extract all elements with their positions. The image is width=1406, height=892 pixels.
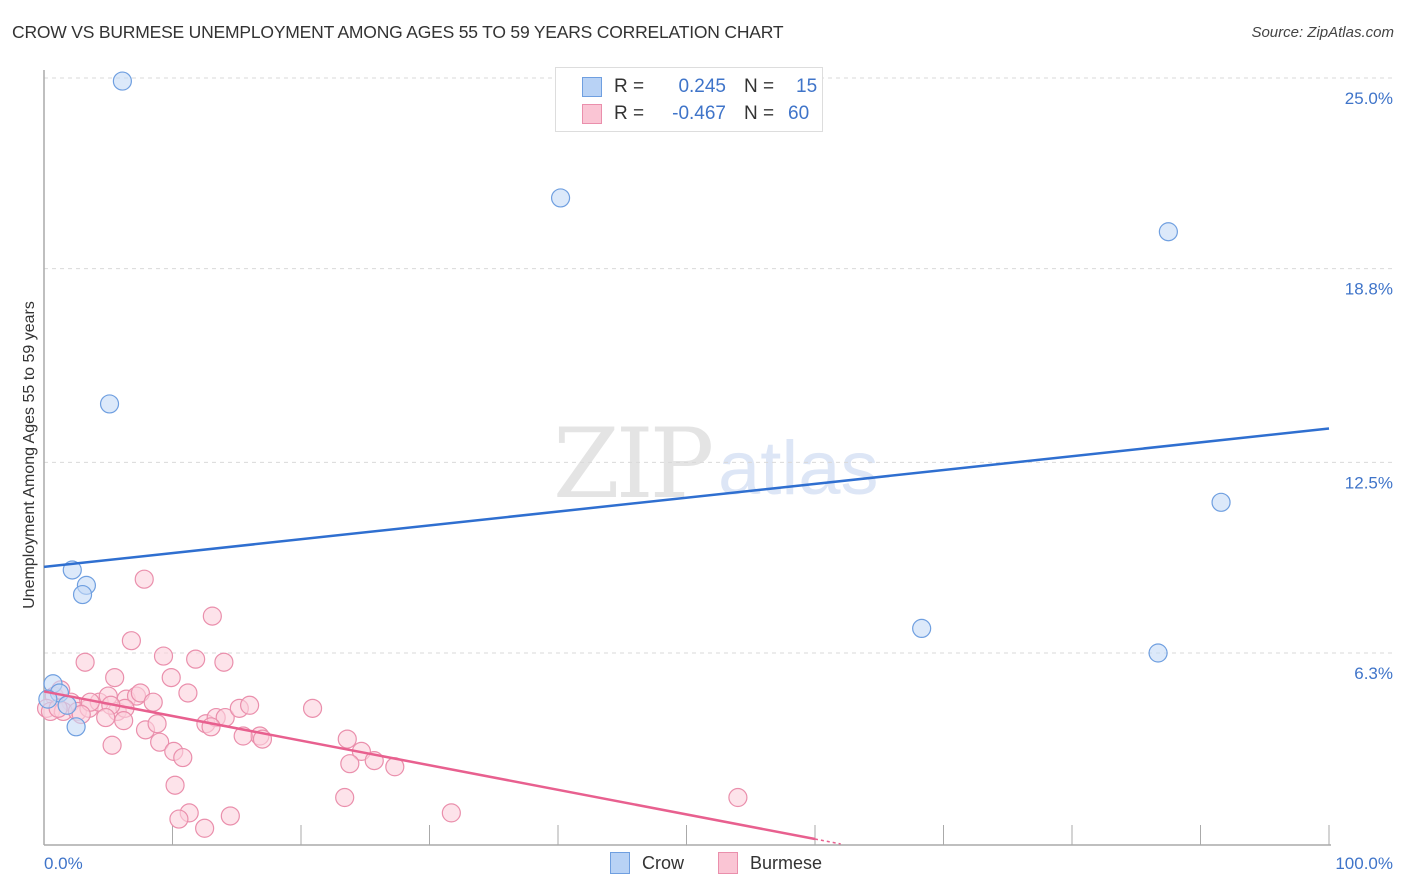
crow-trend-line	[43, 427, 1330, 569]
burmese-point	[337, 729, 357, 749]
legend-item-crow[interactable]: Crow	[610, 852, 684, 874]
burmese-point	[340, 754, 360, 774]
stats-legend: R = 0.245 N = 15 R = -0.467 N = 60	[555, 67, 823, 132]
burmese-point	[121, 631, 141, 651]
burmese-point	[169, 809, 189, 829]
crow-point	[1158, 222, 1178, 242]
burmese-point	[105, 667, 125, 688]
burmese-point	[201, 717, 221, 737]
burmese-point	[202, 606, 222, 626]
burmese-point	[102, 735, 122, 755]
crow-point	[57, 695, 77, 715]
scatter-chart: 6.3%12.5%18.8%25.0%0.0% 100.0%	[36, 70, 1395, 873]
tick-labels: 6.3%12.5%18.8%25.0%0.0% 100.0%	[44, 89, 1393, 873]
crow-point	[112, 71, 132, 91]
trend-lines	[43, 427, 1330, 845]
burmese-point	[240, 695, 260, 715]
burmese-point	[143, 692, 163, 712]
burmese-point	[220, 806, 240, 826]
legend-item-burmese[interactable]: Burmese	[718, 852, 822, 874]
burmese-point	[161, 667, 181, 688]
burmese-trend-extension	[814, 838, 841, 845]
legend-row-burmese: R = -0.467 N = 60	[582, 102, 809, 126]
crow-point	[550, 188, 571, 208]
burmese-point	[96, 707, 116, 728]
n-value: 60	[788, 103, 810, 124]
legend-label-burmese: Burmese	[750, 852, 823, 873]
y-tick-label: 25.0%	[1345, 89, 1393, 108]
gridlines	[44, 77, 1395, 654]
n-label: N =	[744, 103, 775, 124]
n-label: N =	[744, 76, 775, 97]
burmese-point	[186, 649, 206, 669]
crow-swatch	[610, 852, 630, 874]
y-tick-label: 12.5%	[1345, 473, 1393, 492]
r-value: 0.245	[678, 76, 726, 97]
r-label: R =	[614, 103, 645, 124]
burmese-point	[302, 698, 323, 718]
r-label: R =	[614, 76, 645, 97]
burmese-point	[75, 652, 95, 672]
burmese-point	[173, 747, 193, 768]
burmese-point	[153, 646, 174, 666]
series-legend: Crow Burmese	[0, 852, 1406, 876]
crow-point	[1148, 643, 1168, 663]
legend-row-crow: R = 0.245 N = 15	[582, 75, 817, 99]
crow-point	[72, 584, 93, 605]
burmese-point	[728, 787, 748, 808]
burmese-swatch	[582, 104, 602, 124]
crow-point	[912, 618, 932, 639]
burmese-point	[134, 569, 154, 589]
r-value: -0.467	[672, 103, 726, 124]
data-points	[36, 71, 1231, 838]
burmese-point	[335, 787, 355, 808]
burmese-swatch	[718, 852, 738, 874]
crow-point	[1211, 492, 1231, 512]
y-tick-label: 18.8%	[1345, 280, 1393, 299]
burmese-point	[114, 711, 134, 731]
legend-label-crow: Crow	[642, 852, 685, 873]
burmese-point	[147, 714, 167, 734]
y-tick-label: 6.3%	[1354, 664, 1393, 683]
burmese-point	[214, 652, 234, 672]
crow-point	[66, 717, 86, 737]
crow-swatch	[582, 77, 602, 97]
burmese-point	[441, 803, 461, 823]
burmese-trend-line	[43, 690, 816, 841]
crow-point	[99, 394, 120, 414]
burmese-point	[195, 818, 215, 838]
n-value: 15	[796, 76, 818, 97]
burmese-point	[165, 775, 185, 795]
burmese-point	[178, 683, 198, 703]
